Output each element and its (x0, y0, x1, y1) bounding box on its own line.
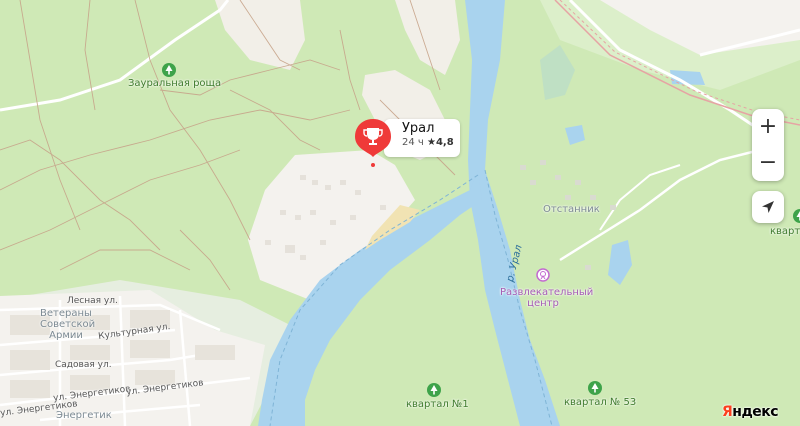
map-canvas[interactable] (0, 0, 800, 426)
park-label: квартал №1 (406, 399, 469, 410)
zoom-out-button[interactable]: − (752, 145, 784, 181)
plus-icon: + (758, 114, 778, 139)
place-name: Урал (402, 121, 435, 136)
park-label: квартал № 53 (564, 397, 637, 408)
logo-rest: ндекс (732, 404, 779, 420)
park-label: квартал (770, 226, 800, 237)
poi-label-line1: Развлекательный (500, 287, 594, 298)
street-label: Лесная ул. (67, 296, 118, 306)
minus-icon: − (758, 150, 778, 175)
yandex-logo[interactable]: Яндекс (722, 404, 779, 420)
zoom-in-button[interactable]: + (752, 109, 784, 145)
place-pin[interactable] (353, 117, 393, 167)
street-label: Садовая ул. (55, 360, 112, 370)
place-callout[interactable]: Урал 24 ч ★4,8 (384, 119, 460, 157)
district-label: Ветераны Советской Армии (40, 308, 96, 341)
poi-label-line2: центр (527, 298, 559, 309)
zoom-control: + − (752, 109, 784, 181)
tree-icon (588, 381, 602, 395)
tree-icon (162, 63, 176, 77)
park-label: Зауральная роща (128, 78, 222, 89)
tree-icon (427, 383, 441, 397)
logo-first-letter: Я (722, 404, 733, 420)
district-label: Энергетик (56, 410, 112, 421)
ferris-wheel-icon[interactable] (536, 268, 550, 282)
locate-button[interactable] (752, 191, 784, 223)
poi-label[interactable]: Развлекательный центр (500, 287, 594, 309)
place-rating: 4,8 (435, 137, 454, 148)
district-label: Отстанник (543, 204, 600, 215)
location-arrow-icon (762, 201, 774, 213)
place-hours: 24 ч (402, 137, 424, 148)
star-icon: ★ (427, 137, 436, 148)
place-details: 24 ч ★4,8 (402, 137, 454, 148)
tree-icon (793, 209, 800, 223)
